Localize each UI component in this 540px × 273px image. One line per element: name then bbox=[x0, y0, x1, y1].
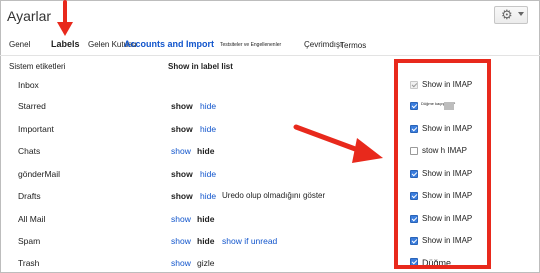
right-arrow-icon bbox=[293, 124, 383, 163]
annotation-arrows bbox=[57, 0, 383, 163]
down-arrow-icon bbox=[57, 0, 73, 36]
